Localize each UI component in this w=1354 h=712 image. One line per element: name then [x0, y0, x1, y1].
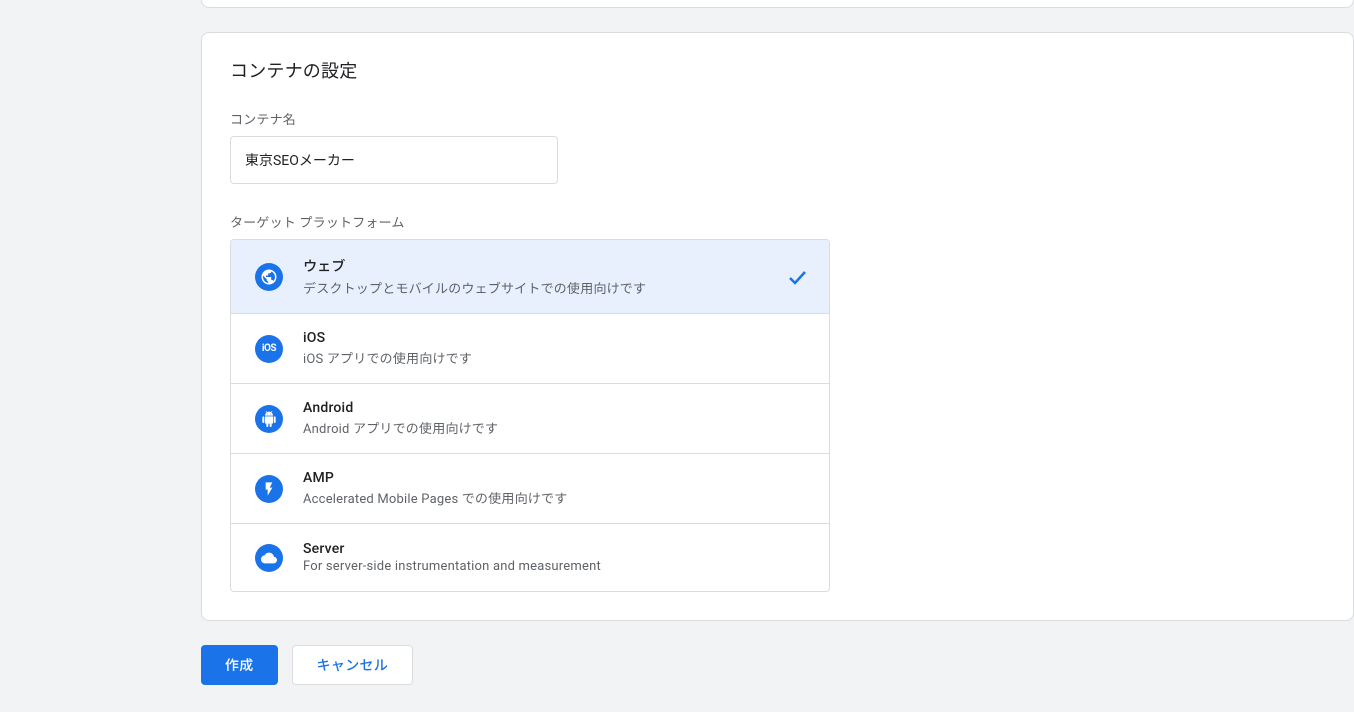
- platform-text: Android Android アプリでの使用向けです: [303, 400, 809, 437]
- platform-list: ウェブ デスクトップとモバイルのウェブサイトでの使用向けです iOS iOS i…: [230, 239, 830, 592]
- server-icon: [255, 544, 283, 572]
- target-platform-label: ターゲット プラットフォーム: [230, 212, 1325, 231]
- check-icon: [785, 265, 809, 289]
- card-title: コンテナの設定: [230, 57, 1325, 83]
- container-name-label: コンテナ名: [230, 109, 1325, 128]
- button-row: 作成 キャンセル: [201, 645, 1354, 685]
- container-settings-card: コンテナの設定 コンテナ名 ターゲット プラットフォーム ウェブ デスクトップと…: [201, 32, 1354, 621]
- platform-desc: For server-side instrumentation and meas…: [303, 559, 809, 574]
- platform-option-server[interactable]: Server For server-side instrumentation a…: [231, 524, 829, 591]
- platform-title: Android: [303, 400, 809, 416]
- platform-title: ウェブ: [303, 256, 785, 276]
- web-icon: [255, 263, 283, 291]
- create-button[interactable]: 作成: [201, 645, 278, 685]
- platform-desc: Accelerated Mobile Pages での使用向けです: [303, 488, 809, 507]
- platform-text: AMP Accelerated Mobile Pages での使用向けです: [303, 470, 809, 507]
- platform-text: iOS iOS アプリでの使用向けです: [303, 330, 809, 367]
- platform-text: ウェブ デスクトップとモバイルのウェブサイトでの使用向けです: [303, 256, 785, 297]
- platform-desc: デスクトップとモバイルのウェブサイトでの使用向けです: [303, 278, 785, 297]
- cancel-button[interactable]: キャンセル: [292, 645, 414, 685]
- amp-icon: [255, 475, 283, 503]
- platform-desc: iOS アプリでの使用向けです: [303, 348, 809, 367]
- platform-option-web[interactable]: ウェブ デスクトップとモバイルのウェブサイトでの使用向けです: [231, 240, 829, 314]
- platform-option-android[interactable]: Android Android アプリでの使用向けです: [231, 384, 829, 454]
- ios-icon: iOS: [255, 335, 283, 363]
- platform-title: Server: [303, 541, 809, 557]
- platform-option-amp[interactable]: AMP Accelerated Mobile Pages での使用向けです: [231, 454, 829, 524]
- platform-option-ios[interactable]: iOS iOS iOS アプリでの使用向けです: [231, 314, 829, 384]
- container-name-input[interactable]: [230, 136, 558, 184]
- platform-desc: Android アプリでの使用向けです: [303, 418, 809, 437]
- platform-title: AMP: [303, 470, 809, 486]
- android-icon: [255, 405, 283, 433]
- platform-title: iOS: [303, 330, 809, 346]
- previous-card-edge: [201, 0, 1354, 8]
- platform-text: Server For server-side instrumentation a…: [303, 541, 809, 574]
